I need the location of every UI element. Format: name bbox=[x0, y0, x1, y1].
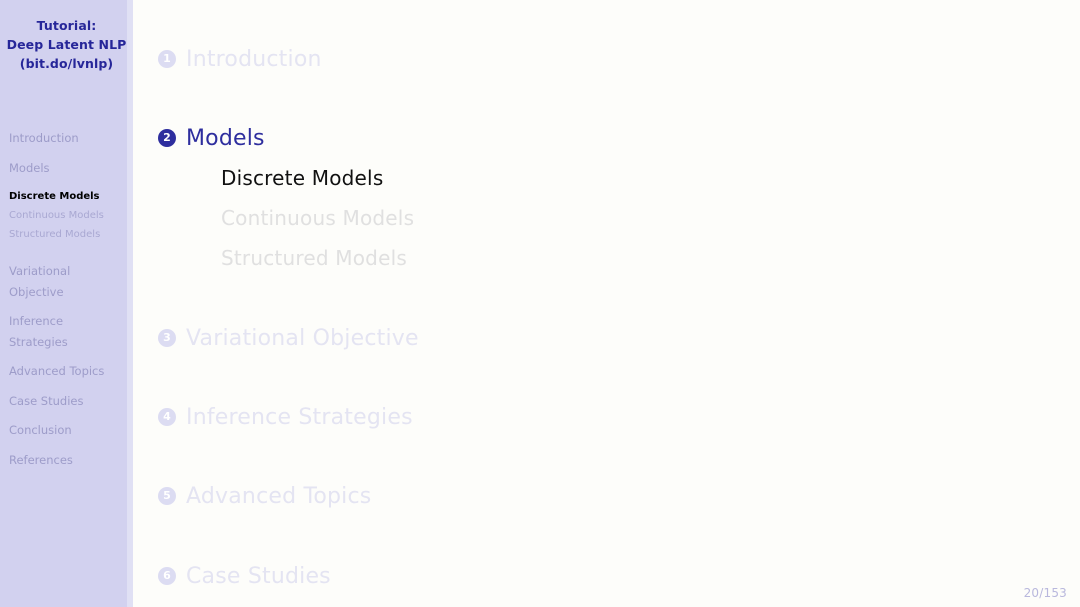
sidebar: Tutorial: Deep Latent NLP (bit.do/lvnlp)… bbox=[0, 0, 133, 607]
sidebar-title: Tutorial: Deep Latent NLP (bit.do/lvnlp) bbox=[0, 16, 133, 73]
toc-subsection-label: Discrete Models bbox=[221, 166, 384, 190]
section-number-badge: 4 bbox=[158, 408, 176, 426]
sidebar-item-variational-objective[interactable]: Variational Objective bbox=[0, 261, 133, 302]
sidebar-item-inference-strategies[interactable]: Inference Strategies bbox=[0, 311, 133, 352]
sidebar-subitem-label: Continuous Models bbox=[9, 210, 104, 221]
sidebar-item-label: Models bbox=[9, 160, 50, 175]
sidebar-item-label-cont: Strategies bbox=[9, 334, 68, 349]
sidebar-item-label: Advanced Topics bbox=[9, 364, 105, 378]
sidebar-subitem-structured-models[interactable]: Structured Models bbox=[0, 225, 133, 244]
presentation-slide: Tutorial: Deep Latent NLP (bit.do/lvnlp)… bbox=[0, 0, 1080, 607]
sidebar-item-label: Variational bbox=[9, 264, 71, 278]
toc-section-models[interactable]: 2 Models bbox=[158, 123, 265, 153]
sidebar-item-label: References bbox=[9, 452, 73, 467]
sidebar-nav: Introduction Models Discrete Models Cont… bbox=[0, 128, 133, 470]
toc-subsection-label: Continuous Models bbox=[221, 206, 415, 230]
toc-section-case-studies[interactable]: 6 Case Studies bbox=[158, 561, 331, 591]
sidebar-subitem-label: Structured Models bbox=[9, 229, 101, 240]
section-number-badge: 5 bbox=[158, 487, 176, 505]
toc-section-label: Inference Strategies bbox=[186, 404, 413, 430]
toc-section-inference-strategies[interactable]: 4 Inference Strategies bbox=[158, 402, 413, 432]
toc-section-label: Models bbox=[186, 125, 265, 151]
sidebar-item-case-studies[interactable]: Case Studies bbox=[0, 391, 133, 412]
sidebar-subitem-discrete-models[interactable]: Discrete Models bbox=[0, 187, 133, 206]
sidebar-item-models[interactable]: Models bbox=[0, 158, 133, 179]
toc-subsection-structured-models[interactable]: Structured Models bbox=[221, 244, 407, 272]
page-number-indicator: 20/153 bbox=[1023, 586, 1067, 600]
sidebar-item-conclusion[interactable]: Conclusion bbox=[0, 420, 133, 441]
sidebar-item-label: Inference bbox=[9, 314, 64, 328]
sidebar-item-introduction[interactable]: Introduction bbox=[0, 128, 133, 149]
toc-section-introduction[interactable]: 1 Introduction bbox=[158, 44, 322, 74]
sidebar-title-line-3: (bit.do/lvnlp) bbox=[19, 56, 114, 71]
sidebar-item-advanced-topics[interactable]: Advanced Topics bbox=[0, 361, 133, 382]
sidebar-subitem-label: Discrete Models bbox=[9, 191, 100, 202]
sidebar-item-label: Case Studies bbox=[9, 393, 84, 408]
section-number-badge: 3 bbox=[158, 329, 176, 347]
sidebar-subitem-continuous-models[interactable]: Continuous Models bbox=[0, 206, 133, 225]
section-number-badge: 1 bbox=[158, 50, 176, 68]
toc-section-label: Variational Objective bbox=[186, 325, 419, 351]
section-number-badge: 2 bbox=[158, 129, 176, 147]
toc-subsection-discrete-models[interactable]: Discrete Models bbox=[221, 164, 383, 192]
toc-section-label: Case Studies bbox=[186, 563, 331, 589]
toc-subsection-continuous-models[interactable]: Continuous Models bbox=[221, 204, 414, 232]
section-number-badge: 6 bbox=[158, 567, 176, 585]
sidebar-item-label-cont: Objective bbox=[9, 284, 64, 299]
toc-section-label: Introduction bbox=[186, 46, 322, 72]
toc-subsection-label: Structured Models bbox=[221, 246, 407, 270]
sidebar-title-line-1: Tutorial: bbox=[36, 18, 97, 33]
sidebar-item-label: Conclusion bbox=[9, 423, 72, 437]
sidebar-title-line-2: Deep Latent NLP bbox=[6, 37, 127, 52]
toc-section-variational-objective[interactable]: 3 Variational Objective bbox=[158, 323, 419, 353]
sidebar-item-references[interactable]: References bbox=[0, 450, 133, 471]
toc-section-label: Advanced Topics bbox=[186, 483, 372, 509]
toc-section-advanced-topics[interactable]: 5 Advanced Topics bbox=[158, 481, 371, 511]
sidebar-item-label: Introduction bbox=[9, 131, 79, 145]
toc-content: 1 Introduction 2 Models Discrete Models … bbox=[133, 0, 1080, 607]
